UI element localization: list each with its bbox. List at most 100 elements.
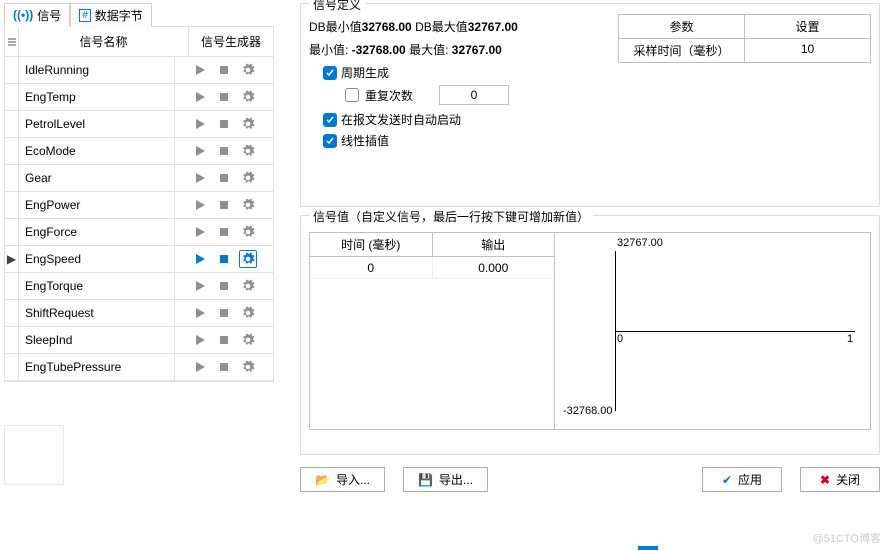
import-button[interactable]: 📂 导入... bbox=[300, 467, 385, 492]
list-config-icon[interactable] bbox=[5, 27, 19, 56]
play-icon[interactable] bbox=[191, 223, 209, 241]
signal-value-table[interactable]: 时间 (毫秒) 输出 0 0.000 bbox=[310, 233, 555, 429]
row-marker: ▶ bbox=[5, 246, 19, 272]
signal-name-cell[interactable]: Gear bbox=[19, 165, 175, 191]
gear-icon[interactable] bbox=[239, 115, 257, 133]
play-icon[interactable] bbox=[191, 250, 209, 268]
play-icon[interactable] bbox=[191, 331, 209, 349]
row-marker bbox=[5, 138, 19, 164]
gear-icon[interactable] bbox=[239, 304, 257, 322]
close-label: 关闭 bbox=[836, 471, 860, 488]
periodic-label: 周期生成 bbox=[341, 64, 389, 81]
gear-icon[interactable] bbox=[239, 88, 257, 106]
stop-icon[interactable] bbox=[215, 169, 233, 187]
group-legend-def: 信号定义 bbox=[309, 0, 365, 13]
sv-time-cell[interactable]: 0 bbox=[310, 257, 433, 278]
play-icon[interactable] bbox=[191, 358, 209, 376]
export-button[interactable]: 💾 导出... bbox=[403, 467, 488, 492]
play-icon[interactable] bbox=[191, 142, 209, 160]
tab-signal[interactable]: ((•)) 信号 bbox=[4, 3, 70, 27]
gear-icon[interactable] bbox=[239, 277, 257, 295]
table-row[interactable]: Gear bbox=[5, 165, 273, 192]
gear-icon[interactable] bbox=[239, 142, 257, 160]
gear-icon[interactable] bbox=[239, 223, 257, 241]
hash-icon: # bbox=[79, 9, 91, 22]
table-row[interactable]: EcoMode bbox=[5, 138, 273, 165]
stop-icon[interactable] bbox=[215, 304, 233, 322]
signal-name-cell[interactable]: EcoMode bbox=[19, 138, 175, 164]
stop-icon[interactable] bbox=[215, 277, 233, 295]
group-legend-sigval: 信号值（自定义信号，最后一行按下键可增加新值） bbox=[309, 208, 593, 225]
signal-chart: 32767.00 -32768.00 0 1 bbox=[555, 233, 870, 429]
table-row[interactable]: IdleRunning bbox=[5, 57, 273, 84]
row-marker bbox=[5, 354, 19, 380]
table-row[interactable]: PetrolLevel bbox=[5, 111, 273, 138]
table-row[interactable]: ▶EngSpeed bbox=[5, 246, 273, 273]
table-row[interactable]: EngForce bbox=[5, 219, 273, 246]
sv-out-cell[interactable]: 0.000 bbox=[433, 257, 555, 278]
row-marker bbox=[5, 219, 19, 245]
signal-name-cell[interactable]: PetrolLevel bbox=[19, 111, 175, 137]
row-marker bbox=[5, 327, 19, 353]
stop-icon[interactable] bbox=[215, 88, 233, 106]
signal-name-cell[interactable]: SleepInd bbox=[19, 327, 175, 353]
signal-name-cell[interactable]: EngPower bbox=[19, 192, 175, 218]
min-value: -32768.00 bbox=[352, 43, 406, 57]
sv-out-header: 输出 bbox=[433, 233, 555, 256]
stop-icon[interactable] bbox=[215, 358, 233, 376]
col-header-name[interactable]: 信号名称 bbox=[19, 27, 189, 56]
signal-name-cell[interactable]: EngTemp bbox=[19, 84, 175, 110]
signal-name-cell[interactable]: EngTorque bbox=[19, 273, 175, 299]
signal-name-cell[interactable]: EngTubePressure bbox=[19, 354, 175, 380]
stop-icon[interactable] bbox=[215, 331, 233, 349]
stop-icon[interactable] bbox=[215, 223, 233, 241]
signal-name-cell[interactable]: EngForce bbox=[19, 219, 175, 245]
apply-button[interactable]: ✔ 应用 bbox=[702, 467, 782, 492]
play-icon[interactable] bbox=[191, 61, 209, 79]
row-marker bbox=[5, 84, 19, 110]
table-row[interactable]: SleepInd bbox=[5, 327, 273, 354]
checkbox-linear[interactable] bbox=[323, 134, 337, 148]
sv-time-header: 时间 (毫秒) bbox=[310, 233, 433, 256]
gear-icon[interactable] bbox=[239, 331, 257, 349]
table-row[interactable]: EngPower bbox=[5, 192, 273, 219]
stop-icon[interactable] bbox=[215, 61, 233, 79]
stop-icon[interactable] bbox=[215, 115, 233, 133]
max-value: 32767.00 bbox=[452, 43, 502, 57]
col-header-generator[interactable]: 信号生成器 bbox=[189, 27, 273, 56]
table-row[interactable]: EngTemp bbox=[5, 84, 273, 111]
play-icon[interactable] bbox=[191, 196, 209, 214]
signal-name-cell[interactable]: EngSpeed bbox=[19, 246, 175, 272]
tab-data-dict[interactable]: # 数据字节 bbox=[70, 3, 152, 27]
play-icon[interactable] bbox=[191, 115, 209, 133]
checkbox-autostart[interactable] bbox=[323, 113, 337, 127]
play-icon[interactable] bbox=[191, 88, 209, 106]
play-icon[interactable] bbox=[191, 304, 209, 322]
gear-icon[interactable] bbox=[239, 250, 257, 268]
stop-icon[interactable] bbox=[215, 196, 233, 214]
gear-icon[interactable] bbox=[239, 358, 257, 376]
signal-name-cell[interactable]: ShiftRequest bbox=[19, 300, 175, 326]
gear-icon[interactable] bbox=[239, 196, 257, 214]
table-row[interactable]: EngTubePressure bbox=[5, 354, 273, 381]
x-axis bbox=[615, 331, 855, 332]
checkbox-periodic[interactable] bbox=[323, 66, 337, 80]
stop-icon[interactable] bbox=[215, 250, 233, 268]
gear-icon[interactable] bbox=[239, 61, 257, 79]
param-table: 参数 设置 采样时间（毫秒） 10 bbox=[618, 14, 871, 63]
play-icon[interactable] bbox=[191, 277, 209, 295]
stop-icon[interactable] bbox=[215, 142, 233, 160]
table-row[interactable]: EngTorque bbox=[5, 273, 273, 300]
play-icon[interactable] bbox=[191, 169, 209, 187]
signal-name-cell[interactable]: IdleRunning bbox=[19, 57, 175, 83]
close-button[interactable]: ✖ 关闭 bbox=[800, 467, 880, 492]
export-label: 导出... bbox=[439, 471, 473, 488]
checkbox-repeat[interactable] bbox=[345, 88, 359, 102]
repeat-label: 重复次数 bbox=[365, 87, 413, 104]
param-value[interactable]: 10 bbox=[745, 39, 870, 62]
gear-icon[interactable] bbox=[239, 169, 257, 187]
close-icon: ✖ bbox=[820, 473, 830, 487]
row-marker bbox=[5, 165, 19, 191]
table-row[interactable]: ShiftRequest bbox=[5, 300, 273, 327]
repeat-input[interactable] bbox=[439, 85, 509, 105]
